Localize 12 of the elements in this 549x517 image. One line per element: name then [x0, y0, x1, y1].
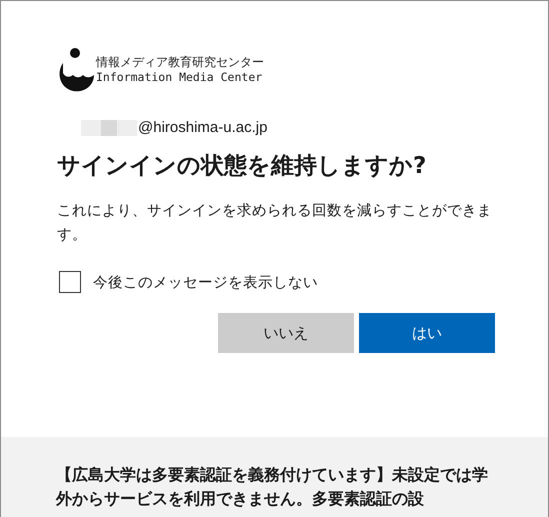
- account-email: @hiroshima-u.ac.jp: [138, 119, 268, 136]
- notice-text: 【広島大学は多要素認証を義務付けています】未設定では学外からサービスを利用できません。多要素認証の設: [56, 464, 489, 510]
- description-text: これにより、サインインを求められる回数を減らすことができます。: [57, 202, 493, 245]
- dialog-heading: サインインの状態を維持しますか?: [57, 152, 428, 181]
- no-button[interactable]: いいえ: [218, 313, 354, 353]
- redaction-mark: [81, 120, 137, 136]
- logo-title: 情報メディア教育研究センター: [96, 55, 264, 70]
- yes-button[interactable]: はい: [359, 313, 495, 353]
- logo-subtitle: Information Media Center: [96, 70, 264, 85]
- checkbox[interactable]: [59, 271, 81, 293]
- logo-icon: [57, 47, 95, 93]
- checkbox-label: 今後このメッセージを表示しない: [93, 274, 318, 292]
